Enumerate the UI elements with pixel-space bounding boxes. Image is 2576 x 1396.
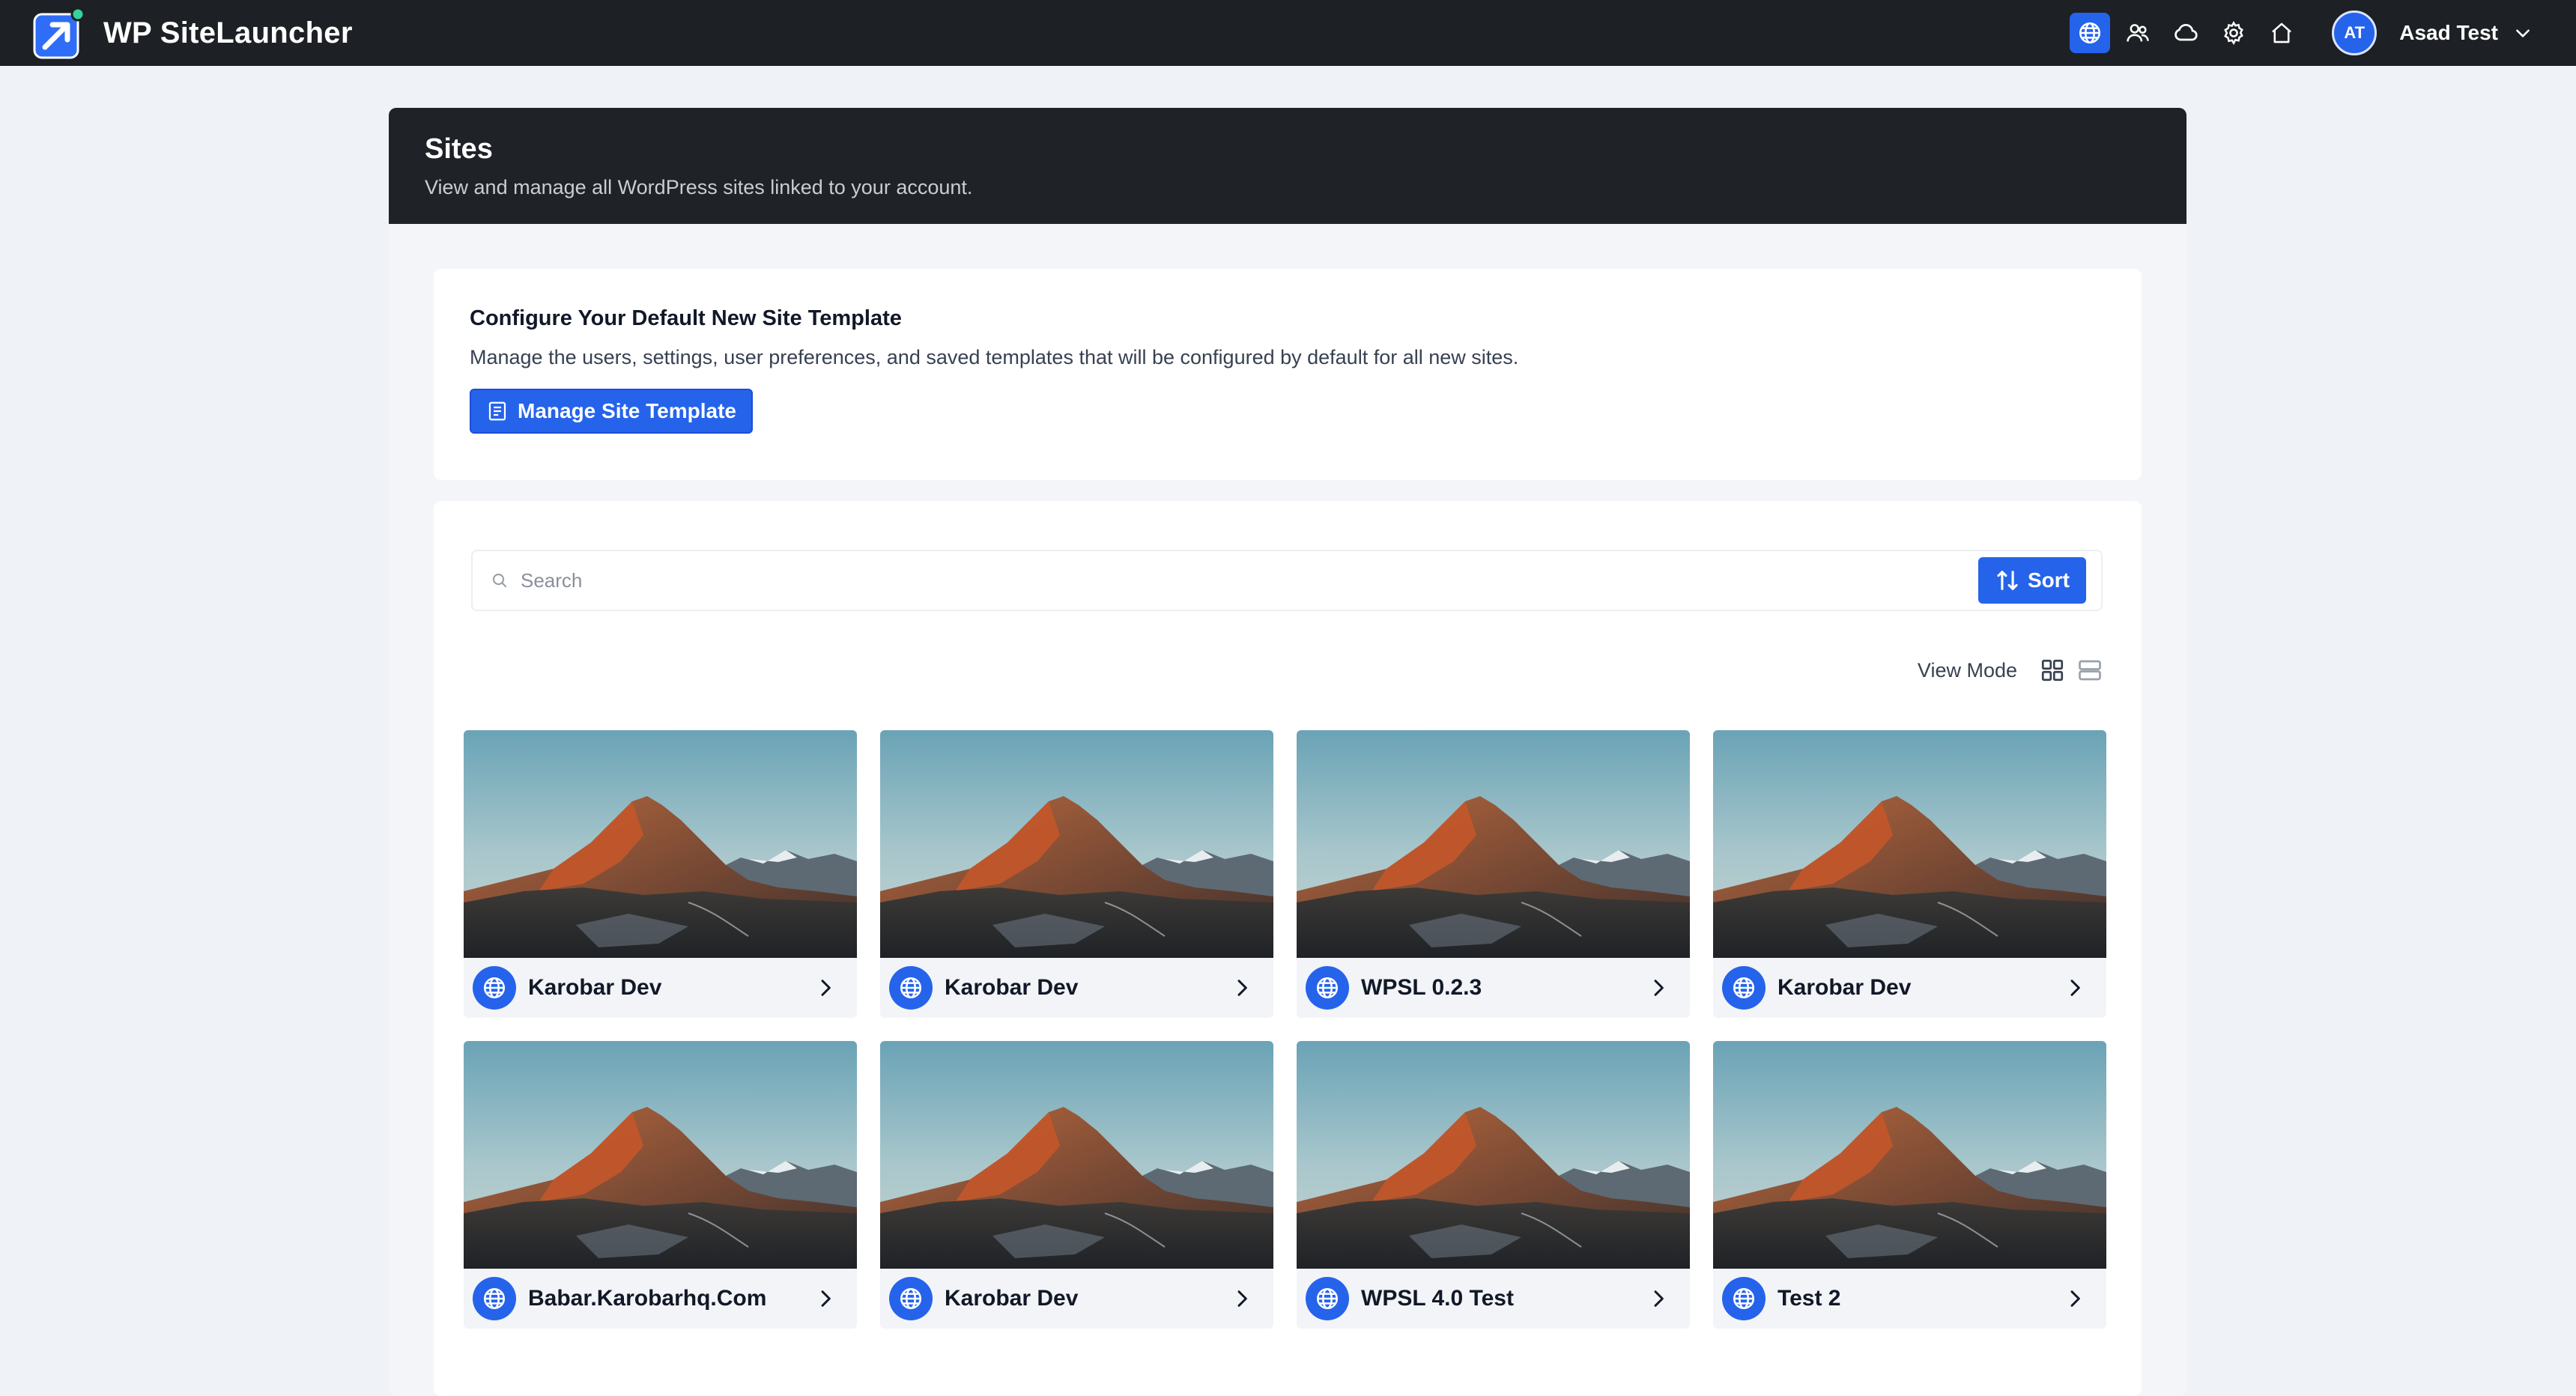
brand[interactable]: WP SiteLauncher — [31, 5, 353, 61]
site-card-footer: Karobar Dev — [880, 1269, 1273, 1329]
globe-icon — [1306, 1277, 1349, 1320]
page-subtitle: View and manage all WordPress sites link… — [425, 176, 973, 198]
site-thumbnail — [880, 1041, 1273, 1269]
site-card-footer: Karobar Dev — [464, 958, 857, 1018]
site-card[interactable]: Karobar Dev — [880, 730, 1273, 1018]
chevron-right-icon[interactable] — [813, 1287, 837, 1314]
site-thumbnail — [464, 730, 857, 958]
site-card[interactable]: WPSL 0.2.3 — [1297, 730, 1690, 1018]
manage-site-template-label: Manage Site Template — [518, 399, 737, 422]
template-card: Configure Your Default New Site Template… — [434, 269, 2142, 480]
top-navbar: WP SiteLauncher AT Asad Test — [0, 0, 2576, 66]
site-card[interactable]: Karobar Dev — [880, 1041, 1273, 1329]
gear-icon[interactable] — [2213, 13, 2254, 53]
site-thumbnail — [1713, 730, 2106, 958]
site-name: Karobar Dev — [1778, 975, 1912, 1000]
site-card[interactable]: Babar.Karobarhq.Com — [464, 1041, 857, 1329]
search-icon — [491, 571, 509, 589]
site-name: Karobar Dev — [945, 975, 1079, 1000]
chevron-right-icon[interactable] — [813, 976, 837, 1004]
chevron-right-icon[interactable] — [1230, 1287, 1254, 1314]
site-card-footer: WPSL 4.0 Test — [1297, 1269, 1690, 1329]
sites-card: Sort View Mode Karobar Dev Karobar Dev WPS… — [434, 501, 2142, 1396]
template-title: Configure Your Default New Site Template — [470, 306, 902, 330]
site-name: Test 2 — [1778, 1286, 1841, 1311]
site-card-footer: Babar.Karobarhq.Com — [464, 1269, 857, 1329]
chevron-down-icon[interactable] — [2513, 23, 2533, 43]
sort-icon — [1997, 571, 2018, 590]
app-name: WP SiteLauncher — [103, 16, 353, 49]
site-card[interactable]: WPSL 4.0 Test — [1297, 1041, 1690, 1329]
site-name: Karobar Dev — [528, 975, 662, 1000]
site-name: Babar.Karobarhq.Com — [528, 1286, 767, 1311]
template-description: Manage the users, settings, user prefere… — [470, 346, 1519, 368]
grid-view-icon[interactable] — [2037, 655, 2068, 686]
user-name[interactable]: Asad Test — [2399, 21, 2498, 45]
site-name: WPSL 0.2.3 — [1361, 975, 1482, 1000]
wp-sitelauncher-logo-icon — [31, 5, 87, 61]
top-actions: AT Asad Test — [2062, 0, 2533, 66]
site-name: Karobar Dev — [945, 1286, 1079, 1311]
globe-icon — [1306, 966, 1349, 1010]
page-title: Sites — [425, 133, 493, 165]
globe-icon — [1722, 1277, 1766, 1320]
site-thumbnail — [1297, 1041, 1690, 1269]
view-mode: View Mode — [1918, 655, 2106, 686]
chevron-right-icon[interactable] — [1646, 976, 1670, 1004]
chevron-right-icon[interactable] — [1230, 976, 1254, 1004]
users-icon[interactable] — [2118, 13, 2158, 53]
search-input[interactable] — [521, 568, 1978, 592]
search-bar: Sort — [471, 550, 2103, 611]
sort-label: Sort — [2028, 568, 2070, 592]
avatar[interactable]: AT — [2332, 10, 2378, 55]
site-card-footer: Test 2 — [1713, 1269, 2106, 1329]
cloud-icon[interactable] — [2166, 13, 2206, 53]
sites-grid: Karobar Dev Karobar Dev WPSL 0.2.3 Karobar … — [464, 730, 2106, 1329]
site-thumbnail — [464, 1041, 857, 1269]
manage-site-template-button[interactable]: Manage Site Template — [470, 389, 754, 434]
document-icon — [488, 401, 506, 421]
site-card[interactable]: Test 2 — [1713, 1041, 2106, 1329]
chevron-right-icon[interactable] — [2063, 976, 2087, 1004]
globe-icon[interactable] — [2070, 13, 2111, 53]
globe-icon — [1722, 966, 1766, 1010]
site-thumbnail — [1297, 730, 1690, 958]
site-card[interactable]: Karobar Dev — [464, 730, 857, 1018]
sort-button[interactable]: Sort — [1978, 557, 2086, 604]
globe-icon — [889, 966, 933, 1010]
site-card-footer: Karobar Dev — [880, 958, 1273, 1018]
site-card-footer: WPSL 0.2.3 — [1297, 958, 1690, 1018]
page-header: Sites View and manage all WordPress site… — [389, 108, 2186, 224]
home-icon[interactable] — [2261, 13, 2302, 53]
site-card-footer: Karobar Dev — [1713, 958, 2106, 1018]
view-mode-label: View Mode — [1917, 658, 2017, 682]
site-name: WPSL 4.0 Test — [1361, 1286, 1514, 1311]
site-card[interactable]: Karobar Dev — [1713, 730, 2106, 1018]
globe-icon — [473, 1277, 516, 1320]
chevron-right-icon[interactable] — [2063, 1287, 2087, 1314]
globe-icon — [473, 966, 516, 1010]
sites-panel: Sites View and manage all WordPress site… — [389, 108, 2186, 1396]
list-view-icon[interactable] — [2074, 655, 2106, 686]
site-thumbnail — [1713, 1041, 2106, 1269]
site-thumbnail — [880, 730, 1273, 958]
globe-icon — [889, 1277, 933, 1320]
chevron-right-icon[interactable] — [1646, 1287, 1670, 1314]
